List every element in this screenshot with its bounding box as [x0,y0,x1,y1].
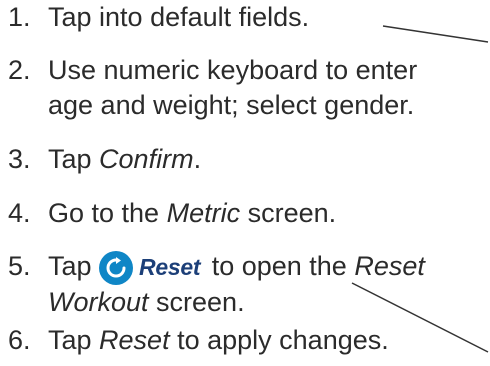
callout-line-2 [351,282,489,353]
callout-line-1 [382,25,489,43]
callout-lines [351,25,489,353]
